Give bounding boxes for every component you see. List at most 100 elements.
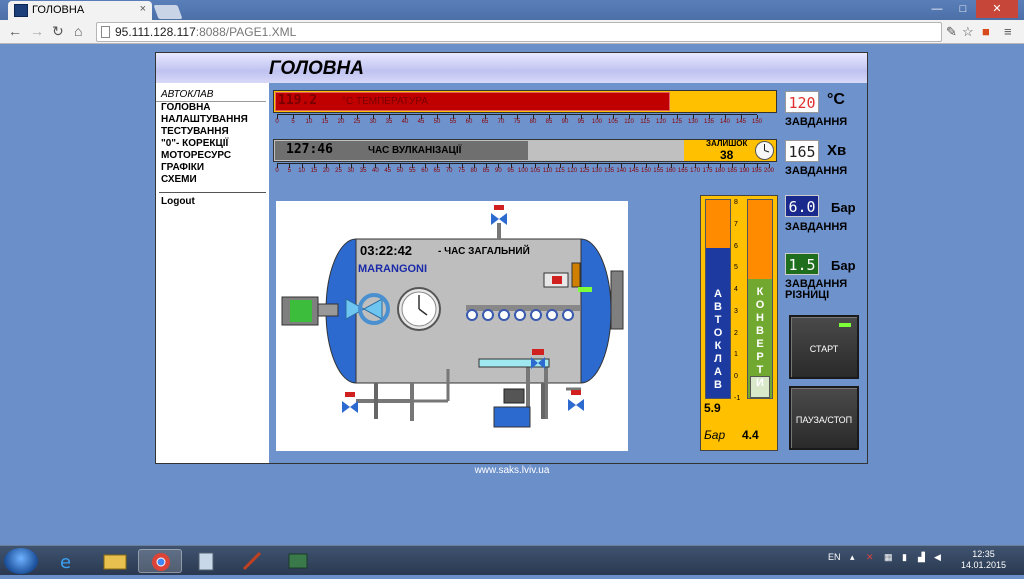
time-tick-label: 85 <box>482 168 490 174</box>
explorer-taskbar-icon[interactable] <box>92 549 136 573</box>
temperature-tick-label: 45 <box>417 119 425 125</box>
autoclave-pressure-value: 5.9 <box>704 401 721 415</box>
autoclave-label-letter: В <box>714 301 722 313</box>
time-tick-label: 125 <box>579 168 590 174</box>
pressure-sensor-icon <box>514 309 526 321</box>
back-arrow-icon[interactable]: ← <box>8 23 22 39</box>
tray-flag-icon[interactable]: ✕ <box>866 552 874 563</box>
window-controls: — □ ✕ <box>924 0 1018 18</box>
ie-taskbar-icon[interactable]: e <box>46 549 90 573</box>
time-unit: Хв <box>827 142 847 159</box>
time-tick-label: 65 <box>433 168 441 174</box>
tray-battery-icon[interactable]: ▮ <box>902 552 907 563</box>
pressure-diff-unit: Бар <box>831 258 856 273</box>
time-tick-label: 10 <box>298 168 305 174</box>
chrome-taskbar-icon[interactable] <box>138 549 182 573</box>
time-tick-label: 165 <box>677 168 688 174</box>
new-tab-button[interactable] <box>153 5 183 19</box>
addon-icon[interactable]: ■ <box>982 24 990 39</box>
extension-icon[interactable]: ✎ <box>946 24 957 40</box>
tray-arrow-icon[interactable]: ▴ <box>850 552 855 563</box>
temperature-tick-label: 110 <box>624 119 634 125</box>
start-button[interactable]: СТАРТ <box>789 315 859 379</box>
calculator-taskbar-icon[interactable] <box>184 549 228 573</box>
pressure-setpoint[interactable]: 6.0 <box>785 195 819 217</box>
time-tick-label: 55 <box>408 168 416 174</box>
temperature-tick-label: 70 <box>497 119 505 125</box>
pressure-scale-label: 7 <box>734 220 738 228</box>
time-tick-label: 100 <box>517 168 529 174</box>
time-setpoint-caption: ЗАВДАННЯ <box>785 165 848 177</box>
sidebar-item-charts[interactable]: ГРАФІКИ <box>156 162 269 174</box>
sidebar-item-zero-correction[interactable]: "0"- КОРЕКЦІЇ <box>156 138 269 150</box>
sidebar-item-logout[interactable]: Logout <box>156 196 269 208</box>
volume-icon[interactable]: ◀ <box>934 552 941 563</box>
sidebar-item-main[interactable]: ГОЛОВНА <box>156 102 269 114</box>
language-indicator[interactable]: EN <box>828 552 841 562</box>
pause-stop-button-label: ПАУЗА/СТОП <box>795 415 853 425</box>
brand-label: MARANGONI <box>358 263 428 275</box>
home-icon[interactable]: ⌂ <box>74 23 82 39</box>
temperature-tick-label: 115 <box>640 119 650 125</box>
footer-url[interactable]: www.saks.lviv.ua <box>0 465 1024 476</box>
app-taskbar-icon[interactable] <box>276 549 320 573</box>
temperature-setpoint[interactable]: 120 <box>785 91 819 113</box>
sidebar-item-schemes[interactable]: СХЕМИ <box>156 174 269 186</box>
temperature-tick-label: 135 <box>703 119 715 125</box>
time-label: ЧАС ВУЛКАНІЗАЦІЇ <box>368 145 462 156</box>
reload-icon[interactable]: ↻ <box>52 23 64 40</box>
autoclave-label-letter: К <box>714 340 722 352</box>
time-tick-label: 40 <box>372 168 379 174</box>
pressure-scale-label: 0 <box>734 373 738 381</box>
autoclave-label-letter: Л <box>714 353 722 365</box>
minimize-button[interactable]: — <box>924 0 950 18</box>
tab-title: ГОЛОВНА <box>32 4 85 16</box>
time-tick-label: 115 <box>555 168 565 174</box>
signal-icon[interactable]: ▟ <box>918 552 925 563</box>
pen-taskbar-icon[interactable] <box>230 549 274 573</box>
temperature-bar: 119.2 °C ТЕМПЕРАТУРА <box>273 90 777 113</box>
autoclave-label-letter: В <box>714 379 722 391</box>
time-setpoint[interactable]: 165 <box>785 140 819 162</box>
time-scale: 0 5 10 15 20 25 30 35 40 45 50 55 60 65 70 75 80 85 90 95 10… <box>275 163 774 174</box>
vulcanization-time-bar: 127:46 ЧАС ВУЛКАНІЗАЦІЇ ЗАЛИШОК 38 <box>273 139 777 162</box>
pause-stop-button[interactable]: ПАУЗА/СТОП <box>789 386 859 450</box>
envelope-label-letter: И <box>756 377 764 389</box>
start-menu-button[interactable] <box>4 548 38 574</box>
maximize-button[interactable]: □ <box>950 0 976 18</box>
sensor-row <box>466 309 580 329</box>
temperature-tick-label: 85 <box>545 119 553 125</box>
pressure-scale-label: 3 <box>734 307 738 315</box>
sidebar-item-testing[interactable]: ТЕСТУВАННЯ <box>156 126 269 138</box>
temperature-tick-label: 90 <box>561 119 569 125</box>
pressure-diff-caption-2: РІЗНИЦІ <box>785 289 830 301</box>
network-icon[interactable]: ▦ <box>884 552 893 563</box>
address-bar[interactable]: 95.111.128.117:8088/PAGE1.XML <box>96 22 942 42</box>
temperature-tick-label: 150 <box>751 119 763 125</box>
time-tick-label: 185 <box>727 168 738 174</box>
envelope-label-letter: Н <box>756 312 764 324</box>
browser-tab[interactable]: ГОЛОВНА × <box>8 1 152 20</box>
close-window-button[interactable]: ✕ <box>976 0 1018 18</box>
total-time-value: 03:22:42 <box>360 243 413 258</box>
pressure-scale-label: 6 <box>734 242 738 250</box>
bookmark-star-icon[interactable]: ☆ <box>962 24 974 40</box>
menu-icon[interactable]: ≡ <box>1004 24 1012 39</box>
system-clock[interactable]: 12:35 14.01.2015 <box>961 549 1006 571</box>
time-tick-label: 190 <box>739 168 750 174</box>
temperature-scale: 0 5 10 15 20 25 30 35 40 45 50 55 60 65 70 75 80 85 90 95 10… <box>275 114 762 125</box>
sidebar-item-settings[interactable]: НАЛАШТУВАННЯ <box>156 114 269 126</box>
pressure-scale-label: 5 <box>734 264 738 272</box>
sidebar-item-motor-resource[interactable]: МОТОРЕСУРС <box>156 150 269 162</box>
url-path: :8088/PAGE1.XML <box>195 25 297 39</box>
tab-close-icon[interactable]: × <box>140 3 146 15</box>
pressure-sensor-icon <box>466 309 478 321</box>
forward-arrow-icon[interactable]: → <box>30 23 44 39</box>
time-tick-label: 130 <box>591 168 602 174</box>
time-tick-label: 150 <box>640 168 652 174</box>
temperature-tick-label: 0 <box>275 119 279 125</box>
autoclave-gauge: АВТОКЛАВ <box>705 199 731 399</box>
temperature-unit: °C <box>827 91 845 108</box>
pressure-diff-setpoint[interactable]: 1.5 <box>785 253 819 275</box>
browser-toolbar: ← → ↻ ⌂ 95.111.128.117:8088/PAGE1.XML ✎ … <box>0 20 1024 44</box>
